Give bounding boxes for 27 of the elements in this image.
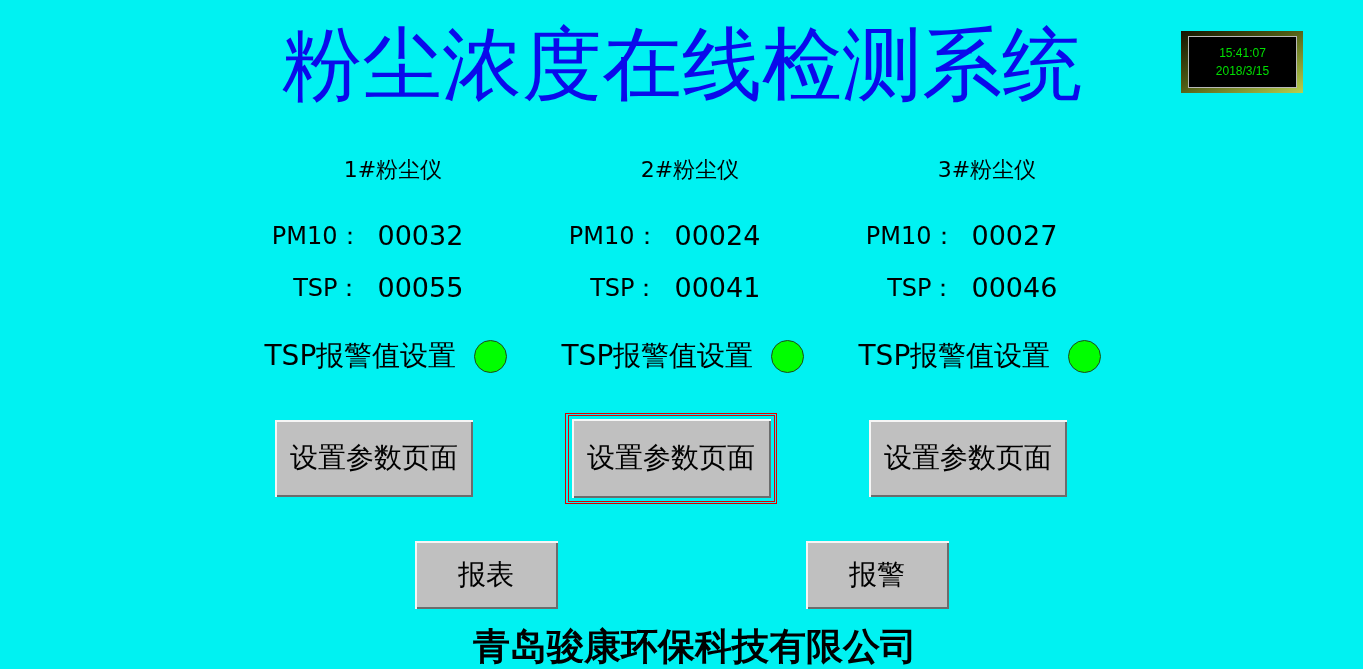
- alarm-setting-label: TSP报警值设置: [264, 338, 457, 374]
- device-name: 3#粉尘仪: [937, 156, 1037, 184]
- page-title: 粉尘浓度在线检测系统: [281, 25, 1082, 105]
- parameter-settings-button[interactable]: 设置参数页面: [564, 412, 777, 504]
- reading-label: TSP：: [293, 273, 362, 304]
- reading-label: PM10：: [568, 221, 659, 252]
- nav-button[interactable]: 报表: [414, 541, 558, 609]
- clock-time: 15:41:07: [1219, 46, 1266, 60]
- reading-value: 00046: [971, 271, 1058, 305]
- reading-label: PM10：: [271, 221, 362, 252]
- device-name: 2#粉尘仪: [640, 156, 740, 184]
- reading-label: TSP：: [590, 273, 659, 304]
- reading-label: TSP：: [887, 273, 956, 304]
- reading-value: 00024: [674, 219, 761, 253]
- company-name: 青岛骏康环保科技有限公司: [472, 628, 917, 665]
- parameter-settings-button[interactable]: 设置参数页面: [274, 419, 473, 497]
- parameter-settings-button[interactable]: 设置参数页面: [868, 419, 1067, 497]
- alarm-setting-label: TSP报警值设置: [561, 338, 754, 374]
- device-name: 1#粉尘仪: [343, 156, 443, 184]
- clock-date: 2018/3/15: [1215, 64, 1270, 78]
- reading-value: 00055: [377, 271, 464, 305]
- alarm-setting-label: TSP报警值设置: [858, 338, 1051, 374]
- reading-value: 00041: [674, 271, 761, 305]
- reading-value: 00027: [971, 219, 1058, 253]
- reading-label: PM10：: [865, 221, 956, 252]
- nav-button[interactable]: 报警: [805, 541, 949, 609]
- reading-value: 00032: [377, 219, 464, 253]
